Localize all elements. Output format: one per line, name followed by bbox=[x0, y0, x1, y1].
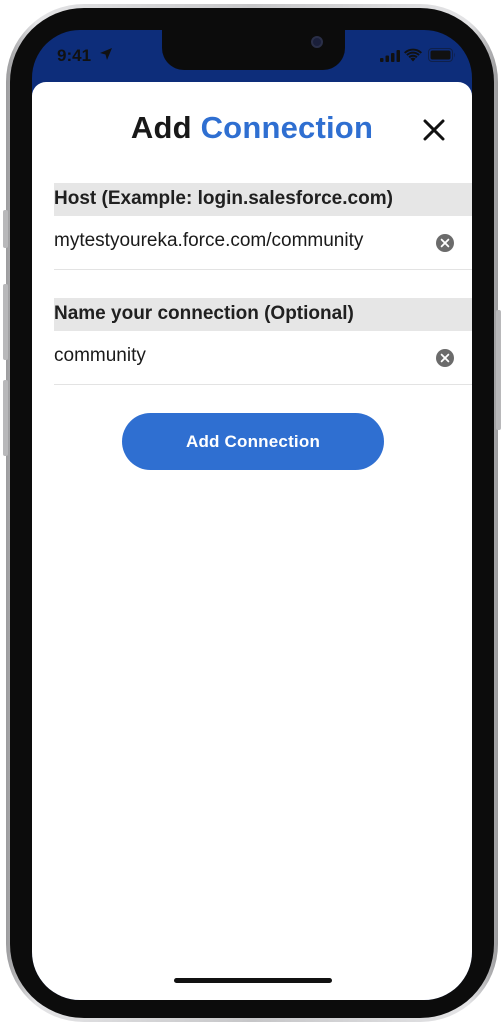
host-input-value[interactable]: mytestyoureka.force.com/community bbox=[54, 230, 363, 252]
connection-name-label: Name your connection (Optional) bbox=[54, 303, 354, 324]
name-section-header: Name your connection (Optional) bbox=[54, 298, 472, 331]
volume-down-button bbox=[3, 380, 8, 456]
add-connection-button[interactable]: Add Connection bbox=[122, 413, 384, 470]
device-screen: 9:41 Add Connection Host (Example: login… bbox=[32, 30, 472, 1000]
location-icon bbox=[100, 48, 112, 60]
home-indicator[interactable] bbox=[174, 978, 332, 983]
host-section-header: Host (Example: login.salesforce.com) bbox=[54, 183, 472, 216]
clear-icon[interactable] bbox=[435, 348, 455, 368]
status-bar: 9:41 bbox=[32, 30, 472, 86]
page-title: Add Connection bbox=[32, 110, 472, 146]
battery-icon bbox=[428, 48, 455, 62]
page-title-connection: Connection bbox=[200, 110, 374, 145]
cellular-signal-icon bbox=[380, 50, 400, 62]
clear-icon[interactable] bbox=[435, 233, 455, 253]
connection-name-value[interactable]: community bbox=[54, 345, 146, 367]
host-input[interactable]: mytestyoureka.force.com/community bbox=[54, 216, 472, 270]
close-icon[interactable] bbox=[420, 116, 448, 144]
wifi-icon bbox=[404, 48, 422, 62]
power-button bbox=[496, 310, 501, 430]
connection-name-input[interactable]: community bbox=[54, 331, 472, 385]
volume-up-button bbox=[3, 284, 8, 360]
silent-switch bbox=[3, 210, 8, 248]
front-camera bbox=[311, 36, 323, 48]
host-label: Host (Example: login.salesforce.com) bbox=[54, 188, 393, 209]
notch bbox=[162, 30, 345, 70]
page-title-add: Add bbox=[130, 110, 192, 145]
add-connection-sheet: Add Connection Host (Example: login.sale… bbox=[32, 82, 472, 1000]
status-time: 9:41 bbox=[57, 46, 92, 65]
